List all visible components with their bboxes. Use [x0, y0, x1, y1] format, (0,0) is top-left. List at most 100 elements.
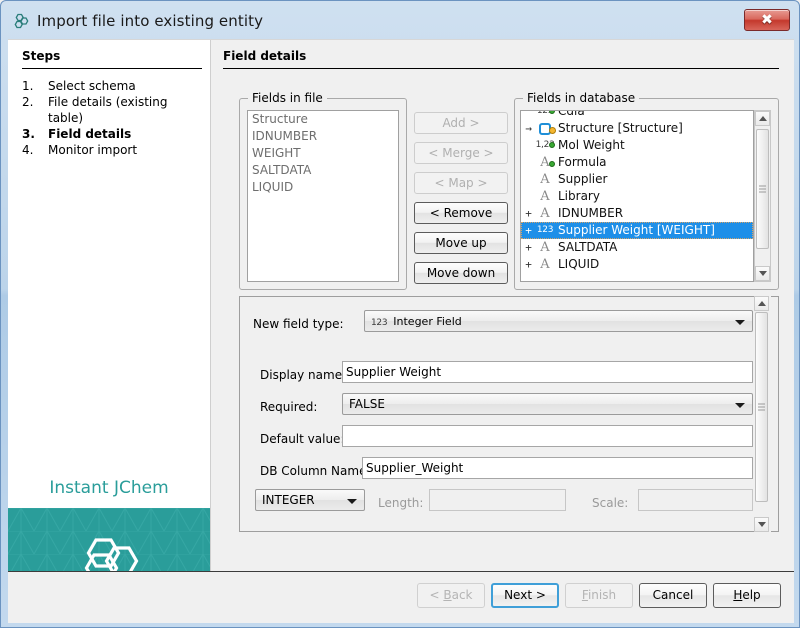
steps-heading: Steps — [22, 49, 60, 63]
text-field-icon: A — [534, 173, 556, 186]
text-field-icon: A — [534, 156, 556, 169]
db-field-label: Supplier — [556, 171, 607, 188]
db-field-row[interactable]: A Supplier — [521, 171, 753, 188]
back-button[interactable]: < Back — [417, 583, 485, 608]
list-item[interactable]: IDNUMBER — [248, 128, 398, 145]
add-button[interactable]: Add > — [414, 112, 508, 134]
page-title: Field details — [223, 49, 306, 63]
step-label: Monitor import — [48, 142, 204, 158]
db-field-label: Mol Weight — [556, 137, 625, 154]
steps-divider — [22, 68, 202, 69]
db-field-row[interactable]: A Formula — [521, 154, 753, 171]
display-name-label: Display name: — [260, 368, 346, 382]
merge-button[interactable]: < Merge > — [414, 142, 508, 164]
field-detail-scrollbar[interactable] — [754, 296, 771, 532]
window-title: Import file into existing entity — [37, 12, 263, 30]
decimal-field-icon: 1,23 — [534, 141, 556, 150]
scrollbar-thumb[interactable] — [756, 129, 769, 249]
finish-button[interactable]: Finish — [565, 583, 633, 608]
page-title-divider — [223, 68, 779, 69]
default-value-label: Default value: — [260, 432, 344, 446]
step-label: Field details — [48, 126, 204, 142]
list-item[interactable]: LIQUID — [248, 179, 398, 196]
db-field-row-selected[interactable]: + 123 Supplier Weight [WEIGHT] — [521, 222, 753, 239]
green-dot-badge-icon — [549, 142, 555, 148]
db-field-row[interactable]: 1,23 Mol Weight — [521, 137, 753, 154]
scroll-up-button[interactable] — [754, 296, 769, 311]
triangle-down-icon — [759, 271, 767, 276]
expand-toggle[interactable]: + — [523, 239, 534, 256]
list-item[interactable]: WEIGHT — [248, 145, 398, 162]
db-field-row[interactable]: → Structure [Structure] — [521, 120, 753, 137]
cancel-button[interactable]: Cancel — [639, 583, 707, 608]
db-field-row[interactable]: 123 Cdla — [521, 110, 753, 120]
sql-type-combobox[interactable]: INTEGER — [255, 489, 365, 511]
list-item[interactable]: SALTDATA — [248, 162, 398, 179]
expand-toggle[interactable]: + — [523, 205, 534, 222]
display-name-input[interactable]: Supplier Weight — [342, 361, 753, 383]
text-field-icon-text: A — [540, 241, 549, 254]
back-button-prefix: < — [429, 588, 443, 602]
length-label: Length: — [378, 496, 423, 510]
db-field-row[interactable]: A Library — [521, 188, 753, 205]
dialog-content: Steps 1. Select schema 2. File details (… — [8, 39, 794, 623]
db-field-label: IDNUMBER — [556, 205, 623, 222]
step-number: 2. — [22, 94, 48, 110]
text-field-icon: A — [534, 190, 556, 203]
triangle-up-icon — [758, 301, 766, 306]
new-field-type-value: Integer Field — [393, 315, 461, 328]
triangle-up-icon — [759, 116, 767, 121]
close-button[interactable]: ✖ — [744, 9, 790, 31]
scroll-down-button[interactable] — [755, 266, 770, 281]
expand-toggle[interactable]: + — [523, 256, 534, 273]
fields-in-database-scrollbar[interactable] — [754, 110, 771, 282]
integer-field-icon-text: 123 — [371, 318, 387, 328]
window-frame: Import file into existing entity ✖ Steps… — [0, 0, 800, 628]
db-column-name-input[interactable]: Supplier_Weight — [362, 457, 753, 479]
help-button-label: elp — [742, 588, 760, 602]
expand-toggle[interactable]: + — [523, 222, 534, 239]
required-label: Required: — [260, 400, 317, 414]
step-item-3[interactable]: 3. Field details — [22, 126, 204, 142]
title-bar: Import file into existing entity ✖ — [1, 1, 800, 41]
application-window: Import file into existing entity ✖ Steps… — [0, 0, 800, 628]
new-field-type-combobox[interactable]: 123 Integer Field — [364, 310, 753, 332]
scroll-up-button[interactable] — [755, 111, 770, 126]
default-value-input[interactable] — [342, 425, 753, 447]
remove-button[interactable]: < Remove — [414, 202, 508, 224]
text-field-icon: A — [534, 241, 556, 254]
footer-bar: < Back Next > Finish Cancel Help — [8, 572, 794, 623]
db-field-row[interactable]: + A SALTDATA — [521, 239, 753, 256]
scale-input[interactable] — [638, 489, 753, 511]
scrollbar-thumb[interactable] — [755, 312, 768, 502]
db-field-label: LIQUID — [556, 256, 599, 273]
db-field-row[interactable]: + A LIQUID — [521, 256, 753, 273]
green-dot-badge-icon — [549, 161, 555, 167]
step-item-4[interactable]: 4. Monitor import — [22, 142, 204, 158]
close-icon: ✖ — [745, 10, 789, 30]
chevron-down-icon — [735, 320, 745, 325]
scroll-down-button[interactable] — [754, 517, 769, 532]
field-detail-panel: New field type: 123Integer Field Display… — [239, 296, 779, 532]
fields-in-database-list[interactable]: 123 Cdla → Structure [S — [520, 110, 754, 282]
map-button[interactable]: < Map > — [414, 172, 508, 194]
move-down-button[interactable]: Move down — [414, 262, 508, 284]
required-combobox[interactable]: FALSE — [342, 393, 753, 415]
next-button-label: Next > — [504, 588, 546, 602]
step-item-2[interactable]: 2. File details (existing table) — [22, 94, 204, 126]
grip-icon — [759, 186, 766, 193]
next-button[interactable]: Next > — [491, 583, 559, 608]
help-button[interactable]: Help — [713, 583, 781, 608]
chevron-down-icon — [347, 499, 357, 504]
length-input[interactable] — [429, 489, 566, 511]
text-field-icon-text: A — [540, 258, 549, 271]
db-field-row[interactable]: + A IDNUMBER — [521, 205, 753, 222]
steps-list: 1. Select schema 2. File details (existi… — [22, 78, 204, 158]
sql-type-value: INTEGER — [262, 493, 315, 507]
list-item[interactable]: Structure — [248, 111, 398, 128]
step-number: 1. — [22, 78, 48, 94]
fields-in-file-list[interactable]: Structure IDNUMBER WEIGHT SALTDATA LIQUI… — [247, 110, 399, 282]
step-item-1[interactable]: 1. Select schema — [22, 78, 204, 94]
scale-label: Scale: — [592, 496, 628, 510]
move-up-button[interactable]: Move up — [414, 232, 508, 254]
